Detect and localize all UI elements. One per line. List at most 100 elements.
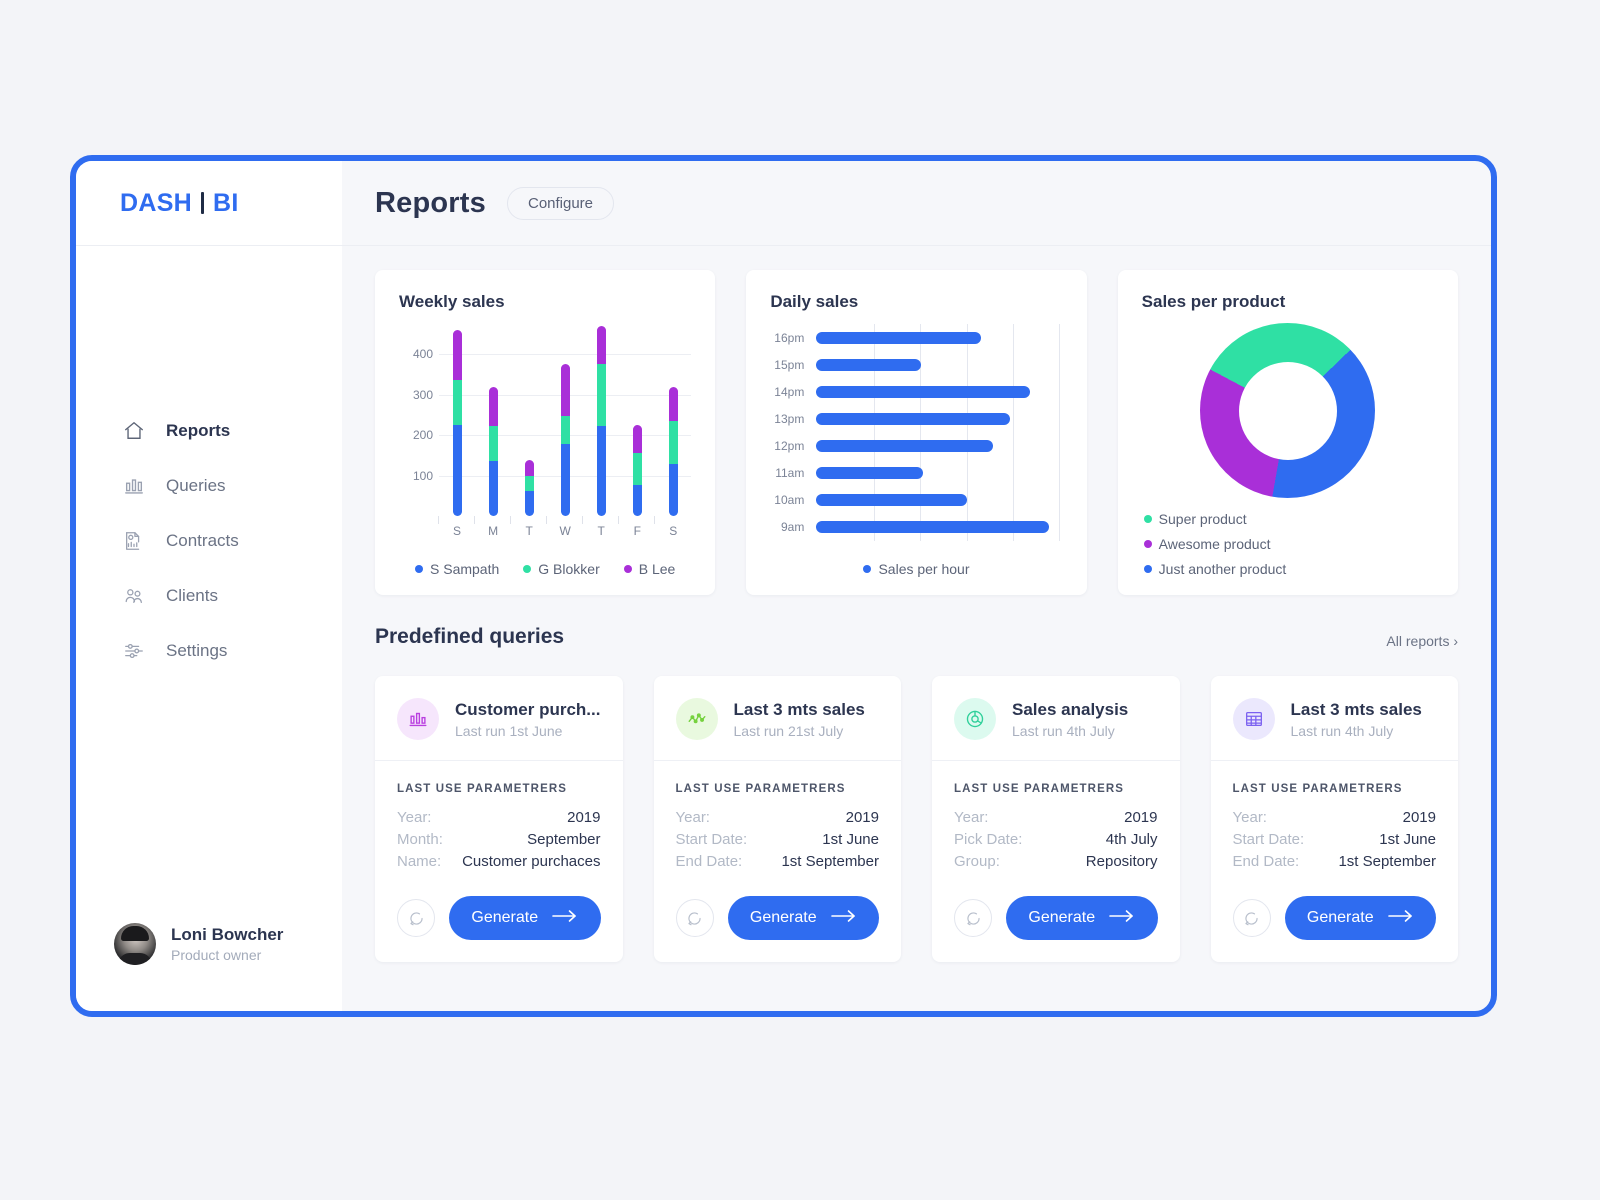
weekly-y-axis: 100 200 300 400 [399, 326, 433, 516]
arrow-right-icon [830, 909, 857, 928]
sidebar-item-reports[interactable]: Reports [76, 403, 342, 458]
content: Weekly sales 100 200 300 400 S M T W T F S S Samp… [342, 246, 1491, 1011]
daily-bar-row: 11am [770, 466, 1058, 480]
legend-item: Sales per hour [863, 561, 970, 577]
legend-label: Super product [1158, 511, 1247, 527]
all-reports-link[interactable]: All reports › [1386, 633, 1458, 649]
sliders-icon [122, 639, 146, 663]
card-title: Sales per product [1141, 292, 1286, 311]
users-icon [122, 584, 146, 608]
weekly-stacked-bar[interactable] [668, 387, 678, 516]
refresh-icon-button[interactable] [397, 899, 435, 937]
daily-bar[interactable] [816, 332, 982, 344]
weekly-bar-column [439, 326, 475, 516]
param-key: Start Date: [675, 831, 748, 848]
card-title: Weekly sales [399, 292, 505, 311]
param-value: 1st June [822, 831, 879, 848]
param-key: Year: [954, 809, 989, 826]
weekly-x-label: T [597, 524, 605, 538]
generate-button[interactable]: Generate [1006, 896, 1158, 940]
card-weekly-sales: Weekly sales 100 200 300 400 S M T W T F S S Samp… [375, 270, 716, 595]
donut-ring [1200, 323, 1376, 498]
donut-chart [1142, 318, 1434, 503]
query-card: Last 3 mts sales Last run 21st July LAST U… [653, 676, 901, 962]
weekly-stacked-bar[interactable] [596, 326, 606, 516]
query-card: Customer purch... Last run 1st June LAST U… [375, 676, 623, 962]
weekly-stacked-bar[interactable] [524, 459, 534, 516]
queries-section-header: Predefined queries All reports › [375, 625, 1458, 649]
weekly-x-label: S [453, 524, 462, 538]
query-card-body: LAST USE PARAMETRERS Year: 2019 Pick Date: 4… [932, 761, 1180, 962]
generate-button[interactable]: Generate [1284, 896, 1436, 940]
weekly-stacked-bar[interactable] [632, 424, 642, 516]
sidebar-item-contracts[interactable]: Contracts [76, 513, 342, 568]
daily-y-label: 15pm [774, 358, 805, 372]
legend-label: B Lee [638, 561, 676, 577]
home-icon [122, 419, 146, 443]
query-card-titles: Sales analysis Last run 4th July [1012, 700, 1128, 739]
weekly-bar-segment [632, 424, 642, 453]
query-card-titles: Customer purch... Last run 1st June [455, 700, 600, 739]
param-value: 1st September [1338, 853, 1436, 870]
daily-bar[interactable] [816, 359, 921, 371]
params-list: Year: 2019 Pick Date: 4th July Group: Reposit… [954, 809, 1158, 870]
weekly-stacked-bar[interactable] [488, 387, 498, 516]
document-chart-icon [122, 529, 146, 553]
refresh-icon-button[interactable] [954, 899, 992, 937]
daily-bar[interactable] [816, 413, 1011, 425]
param-row: Month: September [397, 831, 601, 848]
configure-button[interactable]: Configure [506, 186, 615, 220]
weekly-bar-column [511, 326, 547, 516]
param-row: Year: 2019 [397, 809, 601, 826]
legend-item: Awesome product [1143, 536, 1434, 552]
daily-bar-track [816, 494, 1058, 506]
legend-dot [863, 565, 872, 573]
refresh-icon-button[interactable] [675, 899, 714, 937]
daily-bar[interactable] [816, 494, 967, 506]
query-card: Last 3 mts sales Last run 4th July LAST US… [1210, 676, 1458, 962]
param-value: Repository [1085, 853, 1158, 870]
sidebar-item-queries[interactable]: Queries [76, 458, 342, 513]
param-value: 2019 [1124, 809, 1158, 826]
weekly-bar-segment [452, 379, 462, 426]
generate-button[interactable]: Generate [449, 896, 601, 940]
legend-label: Just another product [1158, 561, 1287, 577]
generate-label: Generate [749, 909, 817, 926]
sidebar-item-settings[interactable]: Settings [76, 623, 342, 678]
daily-bar[interactable] [816, 521, 1049, 533]
params-title: LAST USE PARAMETRERS [954, 783, 1125, 795]
daily-bar[interactable] [816, 386, 1030, 398]
weekly-bar-segment [452, 330, 462, 380]
weekly-bar-column [619, 326, 655, 516]
daily-bar-row: 14pm [770, 385, 1058, 399]
weekly-y-tick: 300 [412, 387, 433, 402]
daily-y-label: 10am [774, 493, 805, 507]
weekly-bar-segment [668, 421, 678, 464]
daily-bar[interactable] [816, 467, 923, 479]
weekly-x-label: T [525, 524, 533, 538]
param-key: Name: [397, 853, 442, 870]
daily-bar[interactable] [816, 440, 994, 452]
weekly-stacked-bar[interactable] [560, 364, 570, 516]
refresh-icon-button[interactable] [1232, 899, 1271, 937]
query-card-actions: Generate [675, 896, 879, 940]
param-row: Name: Customer purchaces [397, 853, 601, 870]
logo[interactable]: DASH BI [76, 161, 342, 246]
daily-bar-track [816, 440, 1058, 452]
generate-button[interactable]: Generate [727, 896, 879, 940]
param-row: Year: 2019 [676, 809, 880, 826]
param-row: Year: 2019 [954, 809, 1158, 826]
refresh-icon [966, 911, 980, 925]
weekly-stacked-bar[interactable] [452, 330, 462, 516]
sidebar-item-clients[interactable]: Clients [76, 568, 342, 623]
legend-dot [1143, 515, 1152, 523]
query-card-header: Sales analysis Last run 4th July [932, 676, 1180, 761]
user-profile[interactable]: Loni Bowcher Product owner [76, 923, 342, 965]
logo-text-primary: DASH [120, 188, 193, 217]
param-value: 1st September [781, 853, 879, 870]
weekly-bar-segment [668, 387, 678, 422]
weekly-bar-column [475, 326, 511, 516]
legend-label: G Blokker [538, 561, 600, 577]
sidebar: DASH BI Reports Queries Contracts Client… [76, 161, 342, 1011]
legend-item: Just another product [1143, 561, 1434, 577]
